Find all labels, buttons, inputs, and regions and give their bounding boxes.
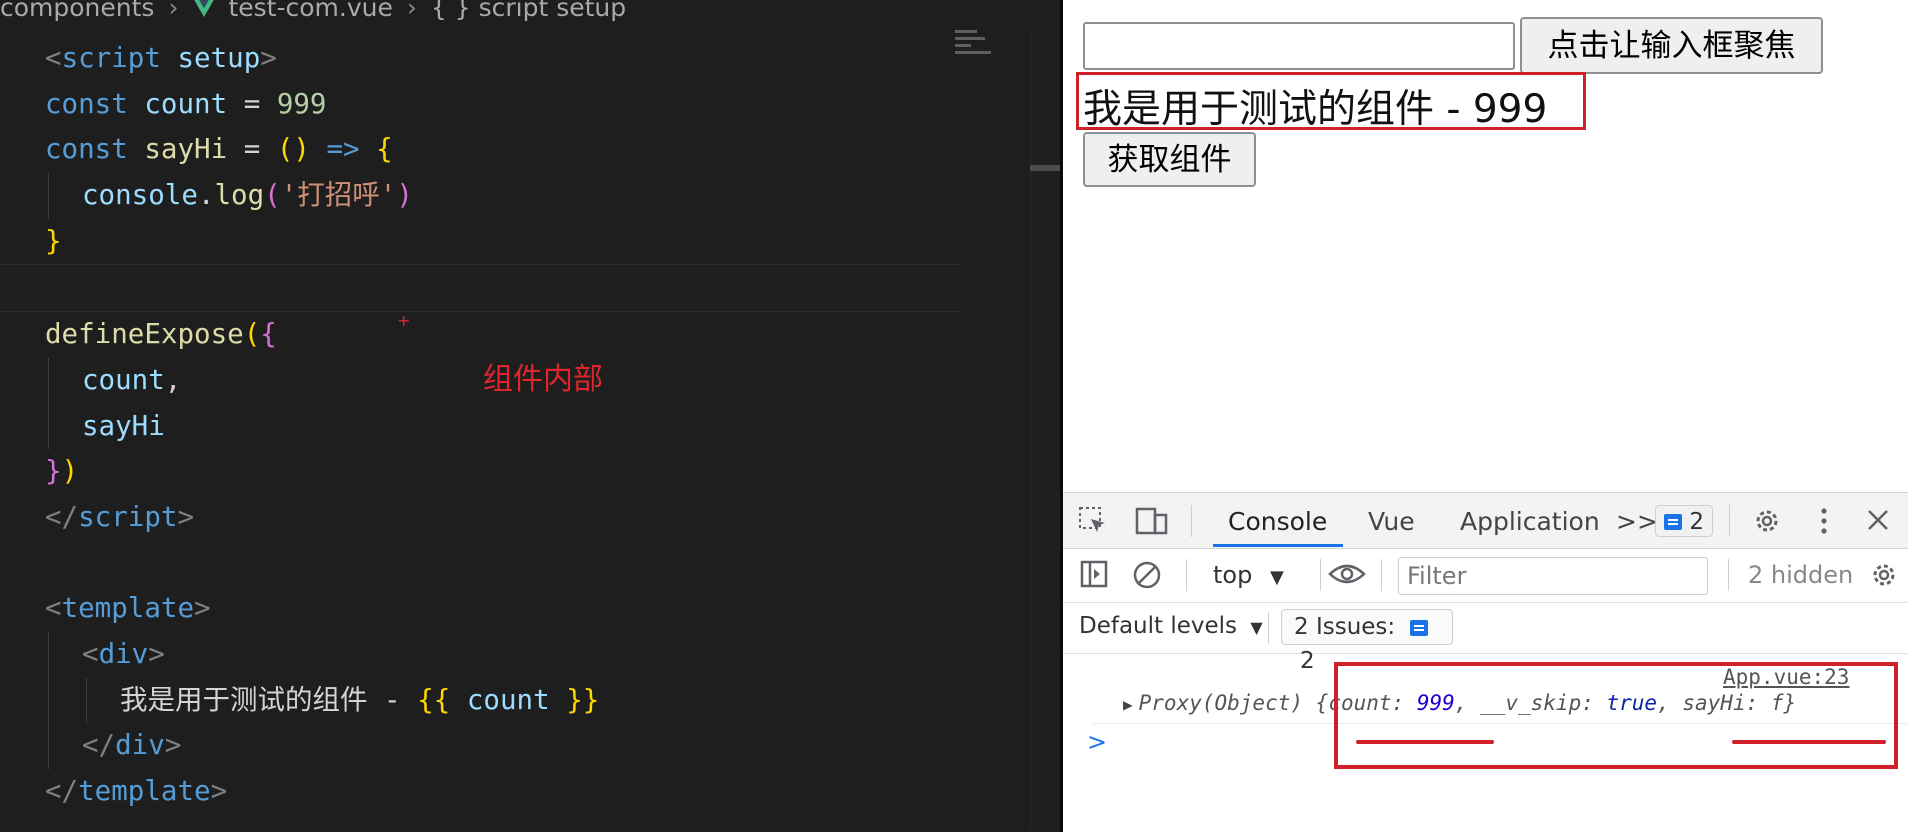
divider [1729, 505, 1730, 537]
code-line-9: sayHi [0, 403, 960, 450]
divider [1191, 505, 1192, 537]
editor-scroll-thumb[interactable] [1030, 165, 1060, 171]
log-levels-value: Default levels [1079, 613, 1238, 639]
console-settings-icon[interactable] [1869, 560, 1899, 590]
close-icon[interactable] [1866, 508, 1890, 532]
context-value: top [1213, 561, 1253, 589]
divider [1728, 559, 1729, 591]
code-line-2: const count = 999 [45, 87, 327, 120]
code-line-16: </div> [0, 723, 960, 769]
code-area[interactable]: <script setup> const count = 999 const s… [0, 36, 960, 815]
editor-scrollbar[interactable] [1030, 30, 1060, 830]
sidebar-toggle-icon[interactable] [1079, 559, 1109, 589]
dropdown-arrow-icon: ▼ [1269, 567, 1284, 588]
devtools-panel: Console Vue Application >> 2 top ▼ Filte… [1063, 492, 1908, 832]
levels-bar: Default levels ▼ 2 Issues: 2 [1063, 603, 1908, 674]
log-levels-select[interactable]: Default levels ▼ [1079, 613, 1263, 639]
console-toolbar: top ▼ Filter 2 hidden [1063, 549, 1908, 603]
issues-badge-count: 2 [1689, 509, 1704, 535]
code-line-14: <div> [0, 631, 960, 678]
annotation-label: 组件内部 [483, 362, 603, 397]
issues-badge[interactable]: 2 [1655, 505, 1713, 537]
tab-vue[interactable]: Vue [1368, 507, 1415, 536]
inspect-element-icon[interactable] [1077, 505, 1109, 537]
chevron-right-icon: › [406, 0, 417, 22]
divider [1186, 559, 1187, 591]
annotation-underline [1732, 740, 1886, 744]
code-line-11: </script> [45, 500, 195, 533]
console-output: App.vue:23 ▶ Proxy(Object) {count: 999, _… [1063, 654, 1908, 832]
annotation-highlight-box [1076, 72, 1586, 130]
breadcrumb-file[interactable]: test-com.vue [228, 0, 392, 22]
dropdown-arrow-icon: ▼ [1250, 618, 1263, 637]
annotation-underline [1356, 740, 1494, 744]
vue-file-icon [194, 0, 215, 17]
code-line-1: <script setup> [45, 42, 277, 74]
minimap[interactable] [955, 30, 995, 80]
code-line-15: 我是用于测试的组件 - {{ count }} [0, 677, 960, 724]
annotation-cursor-icon: + [397, 311, 411, 330]
browser-viewport: 点击让输入框聚焦 我是用于测试的组件 - 999 获取组件 Console Vu… [1063, 0, 1908, 832]
expand-triangle-icon[interactable]: ▶ [1123, 695, 1133, 714]
code-editor[interactable]: components › test-com.vue › { } script s… [0, 0, 1060, 832]
live-expression-eye-icon[interactable] [1328, 559, 1366, 589]
more-options-icon[interactable] [1818, 506, 1830, 536]
tab-console[interactable]: Console [1228, 507, 1327, 536]
code-line-13: <template> [45, 592, 211, 625]
console-prompt[interactable]: > [1087, 728, 1107, 756]
code-line-8: count, [0, 357, 960, 404]
tab-application[interactable]: Application [1460, 507, 1600, 536]
breadcrumb-symbol[interactable]: { } script setup [431, 0, 626, 22]
code-line-3: const sayHi = () => { [45, 133, 393, 166]
active-tab-indicator [1213, 544, 1343, 547]
breadcrumb: components › test-com.vue › { } script s… [0, 0, 626, 22]
divider [1320, 559, 1321, 591]
focus-input-button[interactable]: 点击让输入框聚焦 [1520, 17, 1823, 74]
message-icon [1410, 619, 1429, 636]
settings-gear-icon[interactable] [1752, 506, 1782, 536]
divider [1381, 559, 1382, 591]
device-toolbar-icon[interactable] [1135, 505, 1169, 537]
code-line-4: console.log('打招呼') [0, 173, 960, 219]
divider [1268, 612, 1269, 644]
code-line-7: defineExpose({ [45, 318, 277, 351]
devtools-tab-bar: Console Vue Application >> 2 [1063, 493, 1908, 549]
issues-button[interactable]: 2 Issues: 2 [1281, 609, 1453, 674]
breadcrumb-folder[interactable]: components [0, 0, 154, 22]
message-icon [1664, 514, 1682, 530]
context-select[interactable]: top ▼ [1213, 561, 1284, 589]
filter-input[interactable]: Filter [1398, 557, 1708, 595]
text-input[interactable] [1083, 22, 1515, 70]
clear-console-icon[interactable] [1131, 559, 1163, 591]
code-line-5: } [45, 224, 62, 257]
rendered-page: 点击让输入框聚焦 我是用于测试的组件 - 999 获取组件 [1063, 0, 1908, 492]
chevron-right-icon: › [168, 0, 179, 22]
get-component-button[interactable]: 获取组件 [1083, 132, 1256, 187]
code-line-17: </template> [45, 775, 228, 807]
code-line-10: }) [45, 455, 79, 488]
hidden-count: 2 hidden [1748, 561, 1854, 589]
code-line-6-current [0, 264, 960, 313]
issues-label: 2 Issues: [1294, 614, 1396, 640]
more-tabs-icon[interactable]: >> [1616, 507, 1658, 536]
annotation-highlight-box [1334, 662, 1898, 769]
